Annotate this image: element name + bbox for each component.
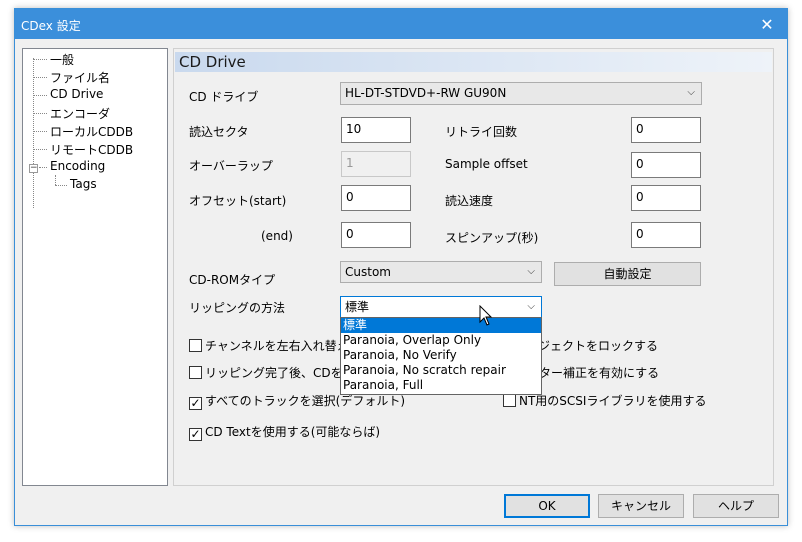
- checkbox-label: ジェクトをロックする: [538, 339, 659, 353]
- tree-item-label: CD Drive: [50, 87, 104, 101]
- lock-eject-checkbox[interactable]: ジェクトをロックする: [538, 337, 658, 353]
- tree-item-label: ローカルCDDB: [50, 125, 134, 139]
- cdrom-type-select-value: Custom: [345, 265, 391, 279]
- read-sector-label: 読込セクタ: [189, 125, 249, 139]
- checkbox-label: ター補正を有効にする: [539, 366, 660, 380]
- tree-item-label: エンコーダ: [50, 107, 111, 121]
- checkbox-box: [503, 394, 516, 407]
- read-speed-input[interactable]: 0: [631, 185, 701, 211]
- checkbox-label: CD Textを使用する(可能ならば): [205, 425, 381, 439]
- sample-offset-input[interactable]: 0: [631, 152, 701, 178]
- overlap-label: オーバーラップ: [189, 159, 273, 173]
- tree-line: [55, 175, 56, 185]
- cdrom-type-label: CD-ROMタイプ: [189, 273, 276, 287]
- offset-start-input[interactable]: 0: [341, 185, 411, 211]
- spinup-input[interactable]: 0: [631, 222, 701, 248]
- read-sector-input[interactable]: 10: [341, 117, 411, 143]
- jitter-fix-checkbox[interactable]: ター補正を有効にする: [539, 364, 659, 380]
- checkbox-label: NT用のSCSIライブラリを使用する: [519, 394, 707, 408]
- title-bar[interactable]: CDex 設定 ✕: [15, 9, 787, 39]
- chevron-down-icon: ⌵: [527, 301, 535, 312]
- settings-tree: 一般 ファイル名 CD Drive エンコーダ ローカルCDDB リモートCDD…: [22, 48, 168, 486]
- offset-start-label: オフセット(start): [189, 194, 287, 208]
- dropdown-option[interactable]: Paranoia, No Verify: [341, 348, 541, 363]
- cd-drive-select-value: HL-DT-STDVD+-RW GU90N: [345, 86, 507, 100]
- offset-end-label: (end): [261, 229, 293, 243]
- ripping-method-select-value: 標準: [345, 300, 370, 314]
- read-speed-label: 読込速度: [445, 194, 494, 208]
- checkbox-box: [189, 366, 202, 379]
- chevron-down-icon: ⌵: [687, 87, 695, 98]
- cd-text-checkbox[interactable]: ✓ CD Textを使用する(可能ならば): [189, 423, 381, 441]
- retry-input[interactable]: 0: [631, 117, 701, 143]
- help-button[interactable]: ヘルプ: [693, 494, 779, 518]
- ripping-method-select[interactable]: 標準 ⌵: [340, 296, 542, 318]
- tree-item-label: リモートCDDB: [50, 143, 134, 157]
- collapse-icon[interactable]: −: [29, 164, 38, 173]
- checkbox-label: すべてのトラックを選択(デフォルト): [205, 394, 406, 408]
- checkbox-box: [189, 339, 202, 352]
- spinup-label: スピンアップ(秒): [445, 231, 539, 245]
- dropdown-option[interactable]: Paranoia, No scratch repair: [341, 363, 541, 378]
- tree-line: [33, 58, 34, 208]
- settings-dialog: CDex 設定 ✕ 一般 ファイル名 CD Drive エンコーダ ローカルCD…: [14, 8, 788, 526]
- mouse-cursor-icon: [479, 305, 493, 326]
- cd-drive-label: CD ドライブ: [189, 90, 259, 104]
- close-icon[interactable]: ✕: [747, 9, 787, 39]
- dropdown-option[interactable]: Paranoia, Full: [341, 378, 541, 393]
- swap-channels-checkbox[interactable]: チャンネルを左右入れ替える: [189, 337, 360, 353]
- check-icon: ✓: [189, 396, 202, 410]
- check-icon: ✓: [189, 427, 202, 441]
- window-title: CDex 設定: [21, 19, 81, 33]
- dropdown-option[interactable]: Paranoia, Overlap Only: [341, 333, 541, 348]
- sample-offset-label: Sample offset: [445, 157, 528, 171]
- dropdown-option[interactable]: 標準: [341, 318, 541, 333]
- auto-setting-button[interactable]: 自動設定: [554, 262, 701, 286]
- retry-label: リトライ回数: [445, 125, 518, 139]
- tree-item-label: Tags: [70, 177, 97, 191]
- ripping-method-dropdown: 標準 Paranoia, Overlap Only Paranoia, No V…: [340, 317, 542, 395]
- cancel-button[interactable]: キャンセル: [598, 494, 684, 518]
- tree-item-label: Encoding: [50, 159, 106, 173]
- cd-drive-select[interactable]: HL-DT-STDVD+-RW GU90N ⌵: [340, 82, 702, 105]
- ripping-method-label: リッピングの方法: [189, 301, 286, 315]
- checkbox-label: チャンネルを左右入れ替える: [205, 339, 361, 353]
- tree-item-label: ファイル名: [50, 71, 111, 85]
- overlap-input[interactable]: 1: [341, 151, 411, 177]
- tree-item-label: 一般: [50, 53, 75, 67]
- cdrom-type-select[interactable]: Custom ⌵: [340, 261, 542, 283]
- offset-end-input[interactable]: 0: [341, 222, 411, 248]
- chevron-down-icon: ⌵: [527, 266, 535, 277]
- panel-header: CD Drive: [175, 52, 772, 72]
- ok-button[interactable]: OK: [504, 494, 590, 518]
